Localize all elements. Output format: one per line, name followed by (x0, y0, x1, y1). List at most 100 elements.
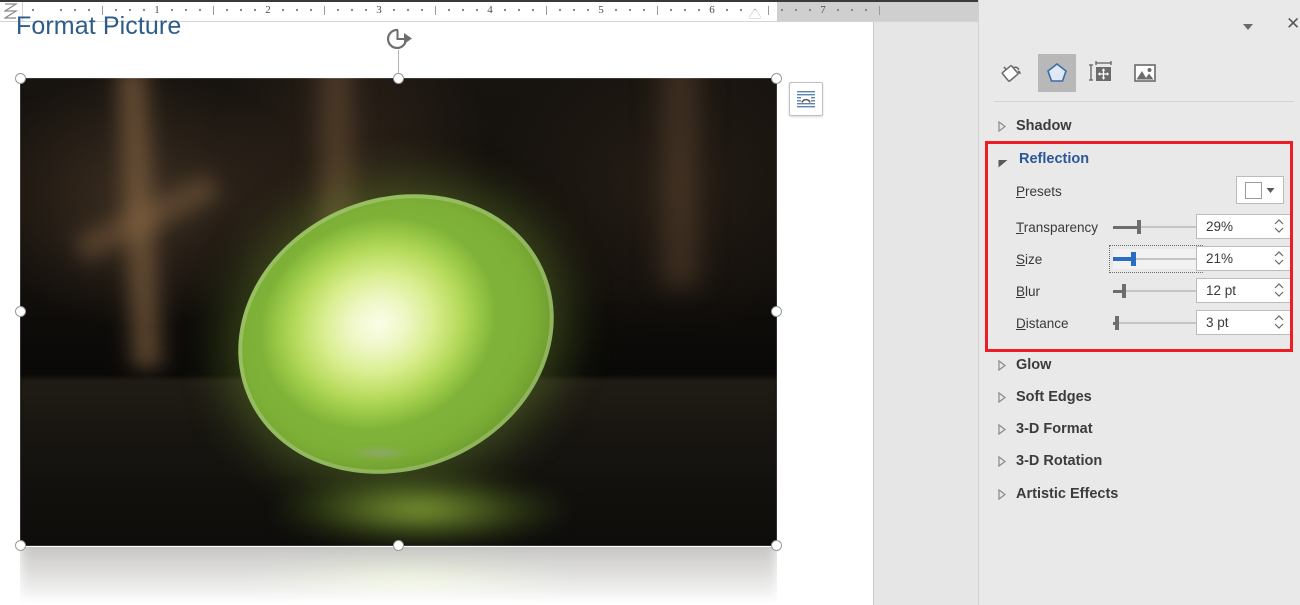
selection-handle-top-left[interactable] (15, 73, 26, 84)
selection-handle-bottom-center[interactable] (393, 540, 404, 551)
rotate-handle[interactable] (384, 26, 414, 54)
distance-spinbox[interactable]: 3 pt (1196, 310, 1292, 335)
ruler-eighth-dot (615, 9, 617, 11)
selection-handle-top-center[interactable] (393, 73, 404, 84)
presets-row: Presets (1016, 179, 1062, 203)
selection-handle-top-right[interactable] (771, 73, 782, 84)
spinner-arrows[interactable] (1274, 314, 1284, 330)
ruler-eighth-dot (643, 9, 645, 11)
tab-effects[interactable] (1038, 54, 1076, 92)
presets-label: Presets (1016, 184, 1062, 199)
picture-image[interactable] (20, 78, 777, 546)
ruler-eighth-dot (740, 9, 742, 11)
section-3d-rotation[interactable]: 3-D Rotation (998, 453, 1102, 469)
presets-dropdown-button[interactable] (1236, 176, 1284, 204)
chevron-right-icon (998, 456, 1006, 467)
ruler-eighth-dot (254, 9, 256, 11)
section-label: Glow (1016, 357, 1051, 373)
section-soft-edges[interactable]: Soft Edges (998, 389, 1092, 405)
pane-tab-strip (994, 54, 1294, 94)
transparency-slider[interactable] (1113, 217, 1199, 237)
ruler-half-tick (324, 6, 325, 15)
selection-handle-middle-left[interactable] (15, 306, 26, 317)
ruler-eighth-dot (462, 9, 464, 11)
ruler-number: 5 (598, 4, 604, 17)
transparency-spinbox[interactable]: 29% (1196, 214, 1292, 239)
ruler-eighth-dot (559, 9, 561, 11)
layout-options-icon (795, 88, 817, 110)
section-label: 3-D Rotation (1016, 453, 1102, 469)
section-3d-format[interactable]: 3-D Format (998, 421, 1093, 437)
spinner-up-icon (1274, 250, 1284, 257)
layout-options-button[interactable] (789, 82, 823, 116)
selection-handle-bottom-left[interactable] (15, 540, 26, 551)
slider-thumb[interactable] (1122, 284, 1126, 298)
spinner-arrows[interactable] (1274, 250, 1284, 266)
blur-row: Blur (1016, 279, 1040, 303)
size-slider[interactable] (1113, 249, 1199, 269)
section-glow[interactable]: Glow (998, 357, 1051, 373)
ruler-eighth-dot (781, 9, 783, 11)
tab-fill-and-line[interactable] (994, 54, 1032, 92)
ruler-eighth-dot (337, 9, 339, 11)
ruler-eighth-dot (365, 9, 367, 11)
chevron-right-icon (998, 392, 1006, 403)
chevron-right-icon (998, 121, 1006, 132)
ruler-eighth-dot (60, 9, 62, 11)
ruler-eighth-dot (32, 9, 34, 11)
ruler-half-tick (768, 6, 769, 15)
ruler-eighth-dot (310, 9, 312, 11)
section-shadow[interactable]: Shadow (998, 118, 1072, 134)
pane-close-icon[interactable]: ✕ (1286, 15, 1300, 32)
ruler-half-tick (546, 6, 547, 15)
spinner-arrows[interactable] (1274, 282, 1284, 298)
ruler-eighth-dot (185, 9, 187, 11)
pane-menu-chevron-down-icon[interactable] (1240, 20, 1256, 32)
ruler-half-tick (435, 6, 436, 15)
blur-slider[interactable] (1113, 281, 1199, 301)
slider-thumb[interactable] (1137, 220, 1141, 234)
ruler-eighth-dot (809, 9, 811, 11)
selection-handle-bottom-right[interactable] (771, 540, 782, 551)
chevron-right-icon (998, 489, 1006, 500)
ruler-eighth-dot (393, 9, 395, 11)
slider-thumb[interactable] (1131, 252, 1136, 266)
chevron-down-filled-icon (998, 155, 1009, 164)
size-label: Size (1016, 252, 1042, 267)
ruler-eighth-dot (726, 9, 728, 11)
section-reflection[interactable]: Reflection (998, 151, 1089, 167)
ruler-eighth-dot (199, 9, 201, 11)
ruler-eighth-dot (88, 9, 90, 11)
ruler-eighth-dot (448, 9, 450, 11)
ruler-eighth-dot (532, 9, 534, 11)
blur-spinbox[interactable]: 12 pt (1196, 278, 1292, 303)
ruler-half-tick (657, 6, 658, 15)
selection-handle-middle-right[interactable] (771, 306, 782, 317)
ruler-eighth-dot (74, 9, 76, 11)
size-row: Size (1016, 247, 1042, 271)
spinner-arrows[interactable] (1274, 218, 1284, 234)
tab-layout-and-properties[interactable] (1082, 54, 1120, 92)
ruler-eighth-dot (670, 9, 672, 11)
spinner-down-icon (1274, 323, 1284, 330)
tab-picture[interactable] (1126, 54, 1164, 92)
right-indent-marker[interactable] (749, 9, 761, 18)
distance-slider[interactable] (1113, 313, 1199, 333)
ruler-eighth-dot (240, 9, 242, 11)
ruler-eighth-dot (504, 9, 506, 11)
ruler-number: 4 (487, 4, 493, 17)
ruler-eighth-dot (476, 9, 478, 11)
ruler-eighth-dot (837, 9, 839, 11)
ruler-eighth-dot (587, 9, 589, 11)
section-artistic-effects[interactable]: Artistic Effects (998, 486, 1118, 502)
size-spinbox[interactable]: 21% (1196, 246, 1292, 271)
slider-fill (1113, 226, 1138, 229)
blur-label: Blur (1016, 284, 1040, 299)
ruler-eighth-dot (171, 9, 173, 11)
ruler-eighth-dot (865, 9, 867, 11)
ruler-right-margin (777, 0, 978, 21)
selected-picture-wrapper[interactable] (20, 78, 777, 546)
spinner-up-icon (1274, 218, 1284, 225)
section-label: 3-D Format (1016, 421, 1093, 437)
slider-thumb[interactable] (1115, 316, 1119, 330)
